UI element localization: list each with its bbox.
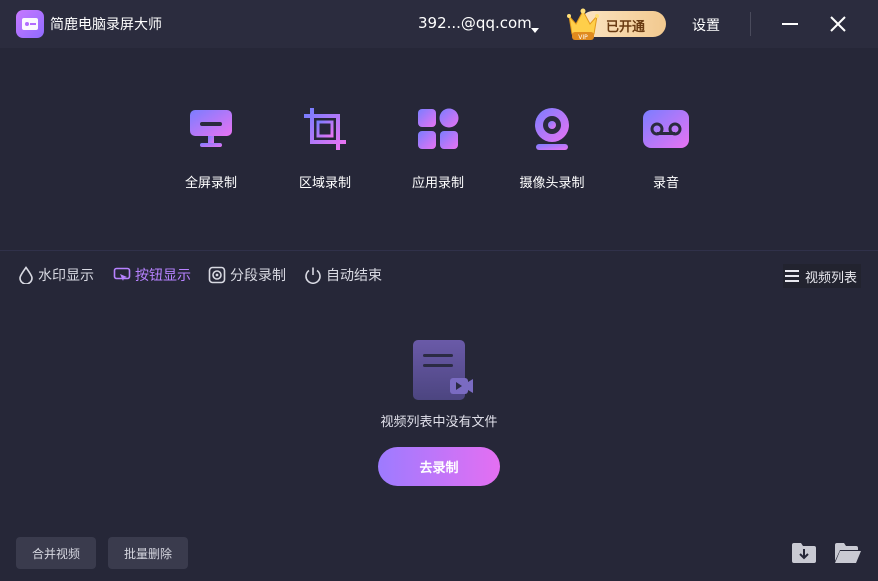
app-title: 简鹿电脑录屏大师 [50,17,162,33]
mode-label: 应用录制 [411,176,464,191]
record-modes: 全屏录制 区域录制 应用录制 摄像头录制 录音 [0,48,878,250]
segment-label: 分段录制 [230,268,286,284]
mode-label: 全屏录制 [184,176,237,191]
mode-fullscreen[interactable]: 全屏录制 [166,104,256,194]
mode-audio[interactable]: 录音 [621,104,711,194]
import-folder-icon[interactable] [791,541,817,569]
close-icon[interactable] [828,14,848,34]
minimize-icon[interactable] [780,14,800,34]
account-label[interactable]: 392...@qq.com [418,14,532,32]
mode-region[interactable]: 区域录制 [280,104,370,194]
watermark-label: 水印显示 [38,268,94,284]
merge-video-button[interactable]: 合并视频 [16,537,96,569]
section-divider [0,250,878,251]
empty-message: 视频列表中没有文件 [380,415,498,430]
app-logo-icon [16,10,44,38]
monitor-icon [190,110,232,147]
watermark-toggle[interactable]: 水印显示 [18,264,94,286]
vip-badge-text: VIP [578,34,588,41]
title-bar: 简鹿电脑录屏大师 392...@qq.com VIP 已开通 设置 [0,0,878,48]
button-display-toggle[interactable]: 按钮显示 [113,264,191,286]
vip-badge[interactable]: VIP 已开通 [566,6,668,42]
webcam-icon [535,108,569,150]
mode-webcam[interactable]: 摄像头录制 [507,104,597,194]
mode-label: 摄像头录制 [519,176,585,191]
button-display-label: 按钮显示 [135,268,191,284]
mode-label: 区域录制 [298,176,351,191]
settings-button[interactable]: 设置 [692,15,720,35]
segment-icon [208,266,226,284]
auto-end-label: 自动结束 [326,268,382,284]
video-list-button[interactable]: 视频列表 [783,264,861,288]
list-icon [785,270,799,282]
auto-end-toggle[interactable]: 自动结束 [304,264,382,286]
voicemail-icon [643,110,689,148]
go-record-button[interactable]: 去录制 [378,447,500,486]
video-list-label: 视频列表 [805,270,858,286]
segment-record-toggle[interactable]: 分段录制 [208,264,286,286]
empty-file-icon [410,338,474,406]
chevron-down-icon[interactable] [530,19,540,38]
vip-status: 已开通 [606,20,646,35]
mode-label: 录音 [652,176,679,191]
batch-delete-button[interactable]: 批量删除 [108,537,188,569]
open-folder-icon[interactable] [834,541,862,569]
apps-grid-icon [418,108,459,149]
crop-icon [304,108,346,150]
droplet-icon [19,266,33,284]
mode-app[interactable]: 应用录制 [393,104,483,194]
crown-icon: VIP [566,6,600,46]
titlebar-divider [750,12,751,36]
power-icon [305,267,321,284]
pointer-display-icon [113,267,131,281]
